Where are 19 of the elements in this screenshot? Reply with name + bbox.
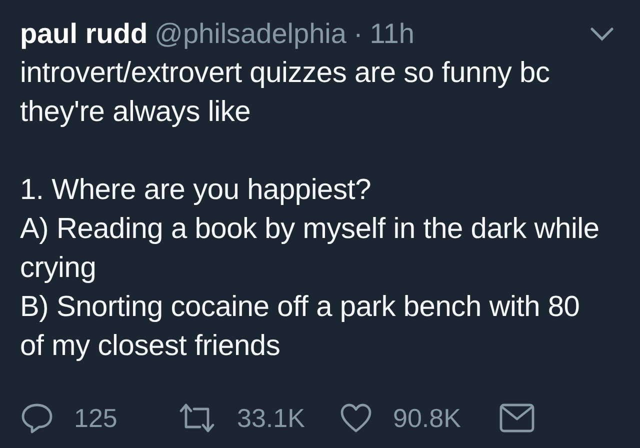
chevron-down-icon[interactable] <box>590 27 614 41</box>
tweet-text-line: they're always like <box>20 95 252 130</box>
tweet-text-line: 1. Where are you happiest? <box>20 173 372 208</box>
tweet-text-line: crying <box>20 251 98 286</box>
tweet-text-line: of my closest friends <box>20 329 282 364</box>
retweet-count: 33.1K <box>237 402 305 434</box>
separator: · <box>353 18 363 50</box>
heart-icon[interactable] <box>339 402 373 434</box>
retweet-icon[interactable] <box>177 401 217 435</box>
timestamp[interactable]: 11h <box>370 18 414 50</box>
like-count: 90.8K <box>393 402 461 434</box>
display-name[interactable]: paul rudd <box>20 18 148 50</box>
tweet-text-line: B) Snorting cocaine off a park bench with 80 <box>20 290 581 325</box>
reply-icon[interactable] <box>20 401 54 435</box>
tweet-text-line: introvert/extrovert quizzes are so funny bc <box>20 56 551 91</box>
reply-count: 125 <box>74 402 118 434</box>
user-handle[interactable]: @philsadelphia <box>154 18 346 50</box>
envelope-icon[interactable] <box>499 403 535 433</box>
tweet-text-line: A) Reading a book by myself in the dark while <box>20 212 600 247</box>
